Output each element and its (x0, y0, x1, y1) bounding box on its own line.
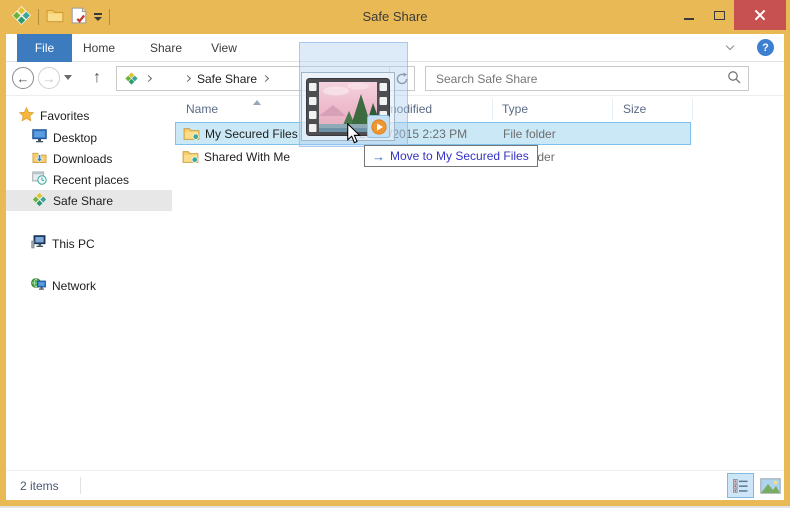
search-icon[interactable] (727, 70, 742, 88)
column-divider[interactable] (692, 99, 693, 120)
column-divider[interactable] (492, 99, 493, 120)
search-input[interactable] (436, 71, 727, 86)
sidebar-item-desktop[interactable]: Desktop (6, 127, 172, 148)
column-divider[interactable] (612, 99, 613, 120)
breadcrumb-chevron-icon[interactable] (183, 74, 192, 83)
back-button[interactable]: ← (12, 67, 34, 89)
play-button-icon (367, 115, 390, 138)
breadcrumb-segment[interactable]: Safe Share (197, 72, 257, 86)
drag-drop-tooltip-text: Move to My Secured Files (390, 149, 529, 163)
sidebar-label: This PC (52, 236, 95, 251)
desktop-icon (32, 129, 47, 146)
table-row-my-secured-files[interactable]: My Secured Files 26/08/2015 2:23 PM File… (175, 122, 691, 145)
sidebar-label: Recent places (53, 172, 130, 187)
minimize-button[interactable] (674, 0, 704, 30)
tab-home[interactable]: Home (72, 34, 126, 62)
downloads-icon (32, 151, 47, 167)
divider (80, 477, 81, 494)
explorer-window: Safe Share File Home Share View ? ← → ↑ (0, 0, 790, 508)
status-bar: 2 items (0, 470, 790, 500)
folder-icon (182, 149, 199, 167)
up-button[interactable]: ↑ (86, 66, 108, 90)
file-type: File folder (503, 127, 556, 141)
network-icon (31, 277, 46, 294)
sidebar-item-recent-places[interactable]: Recent places (6, 169, 172, 190)
forward-button[interactable]: → (38, 67, 60, 89)
window-border (784, 34, 790, 500)
thumbnails-view-button[interactable] (758, 476, 782, 495)
maximize-button[interactable] (704, 0, 734, 30)
column-header-name[interactable]: Name (186, 102, 218, 116)
mouse-cursor (346, 122, 361, 147)
tab-view[interactable]: View (198, 34, 250, 62)
sidebar-group-favorites[interactable]: Favorites (6, 105, 172, 126)
sidebar-label: Network (52, 278, 97, 293)
drag-drop-tooltip: → Move to My Secured Files (364, 145, 538, 167)
tab-share[interactable]: Share (138, 34, 194, 62)
column-header-type[interactable]: Type (502, 102, 528, 116)
window-controls (674, 0, 786, 30)
titlebar: Safe Share (0, 0, 790, 34)
breadcrumb-location-icon (125, 72, 138, 85)
window-title: Safe Share (362, 9, 428, 24)
sidebar-item-safe-share[interactable]: Safe Share (6, 190, 172, 211)
tab-file[interactable]: File (17, 34, 72, 62)
this-pc-icon (31, 235, 46, 252)
safe-share-logo-icon (32, 191, 47, 210)
close-button[interactable] (734, 0, 786, 30)
history-dropdown-icon[interactable] (64, 75, 72, 80)
sidebar-label: Desktop (53, 130, 98, 145)
sidebar-label: Favorites (40, 108, 90, 123)
ribbon-expand-chevron-icon[interactable] (725, 41, 735, 51)
sidebar-label: Downloads (53, 151, 113, 166)
navigation-pane: Favorites Desktop Downloads Recent place… (0, 96, 174, 470)
star-icon (18, 106, 35, 125)
column-header-size[interactable]: Size (623, 102, 646, 116)
sidebar-group-network[interactable]: Network (6, 275, 172, 296)
sidebar-group-this-pc[interactable]: This PC (6, 233, 172, 254)
move-arrow-icon: → (372, 148, 385, 164)
search-box (425, 66, 749, 91)
details-view-button[interactable] (727, 473, 754, 498)
breadcrumb-chevron-icon[interactable] (262, 74, 270, 83)
recent-places-icon (32, 171, 47, 188)
help-icon[interactable]: ? (757, 39, 774, 56)
sort-ascending-icon[interactable] (253, 100, 261, 105)
sidebar-item-downloads[interactable]: Downloads (6, 148, 172, 169)
window-border (0, 34, 6, 500)
file-name: My Secured Files (205, 127, 298, 141)
sidebar-label: Safe Share (53, 193, 114, 208)
file-name: Shared With Me (204, 150, 291, 164)
breadcrumb-chevron-icon[interactable] (144, 74, 153, 83)
folder-icon (183, 126, 200, 144)
items-count: 2 items (20, 479, 59, 493)
